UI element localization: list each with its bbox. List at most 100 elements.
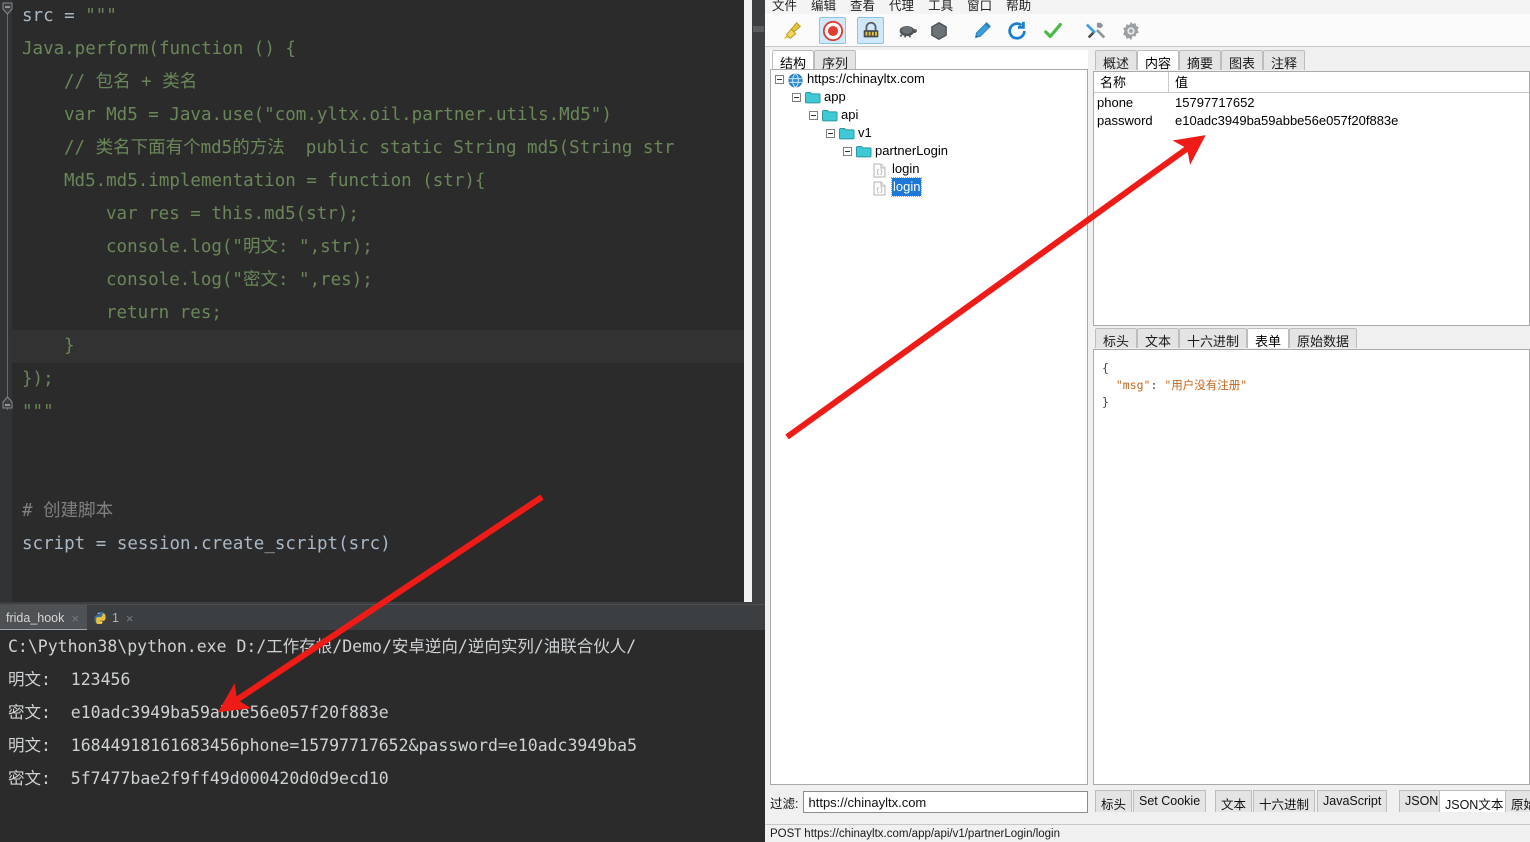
response-tab-0[interactable]: 标头 bbox=[1095, 790, 1133, 812]
compose-pen-icon[interactable] bbox=[968, 17, 995, 44]
response-tab-strip: 标头 Set Cookie 文本 十六进制 JavaScript JSON JSON文本 原始… bbox=[1093, 790, 1530, 814]
tree-tab-1[interactable]: 序列 bbox=[814, 50, 857, 71]
editor-scrollbar[interactable] bbox=[752, 0, 765, 602]
close-icon[interactable]: × bbox=[71, 611, 79, 626]
throttle-turtle-icon[interactable] bbox=[893, 17, 920, 44]
response-tab-6[interactable]: JSON文本 bbox=[1439, 790, 1510, 812]
response-tab-3[interactable]: 十六进制 bbox=[1253, 790, 1316, 812]
code-token: }); bbox=[22, 369, 54, 389]
tree-expander-icon[interactable] bbox=[826, 128, 835, 138]
params-table-header: 名称值 bbox=[1094, 72, 1529, 93]
code-line: script = session.create_script(src) bbox=[12, 528, 765, 561]
globe-icon bbox=[788, 73, 803, 88]
menu-item-2[interactable]: 查看 bbox=[843, 0, 882, 13]
editor-scrollbar-thumb[interactable] bbox=[753, 26, 764, 32]
table-row[interactable]: phone 15797717652 bbox=[1094, 93, 1529, 111]
validate-check-icon[interactable] bbox=[1039, 17, 1066, 44]
detail-tab-3[interactable]: 图表 bbox=[1221, 50, 1264, 71]
code-line: console.log("密文: ",res); bbox=[12, 264, 765, 297]
code-text[interactable]: src = """ Java.perform(function () {// 包名… bbox=[12, 0, 765, 602]
console-tab-frida_hook[interactable]: frida_hook × bbox=[0, 605, 87, 631]
folder-icon bbox=[805, 91, 821, 104]
code-token: } bbox=[64, 336, 75, 356]
tree-node-label: https://chinayltx.com bbox=[807, 71, 925, 86]
close-icon[interactable]: × bbox=[126, 611, 134, 626]
body-tab-4[interactable]: 原始数据 bbox=[1289, 328, 1358, 349]
response-tab-2[interactable]: 文本 bbox=[1215, 790, 1253, 812]
console-tab-1[interactable]: 1 × bbox=[87, 605, 142, 631]
console-line: 明文: 123456 bbox=[8, 670, 131, 689]
body-tab-0[interactable]: 标头 bbox=[1095, 328, 1138, 349]
response-tab-5[interactable]: JSON bbox=[1399, 790, 1445, 812]
body-tab-3[interactable]: 表单 bbox=[1247, 328, 1290, 349]
tree-node-login[interactable]: {} login bbox=[771, 177, 1087, 197]
code-token: // 类名下面有个md5的方法 public static String md5… bbox=[64, 138, 675, 158]
tree-tab-0[interactable]: 结构 bbox=[772, 50, 815, 71]
column-header[interactable]: 值 bbox=[1169, 72, 1529, 93]
request-tab-strip: 概述 内容 摘要 图表 注释 bbox=[1093, 50, 1530, 72]
filter-input[interactable] bbox=[803, 791, 1088, 813]
tree-expander-icon[interactable] bbox=[775, 74, 784, 84]
tree-expander-icon[interactable] bbox=[843, 146, 852, 156]
tree-node-v1[interactable]: v1 bbox=[771, 124, 1087, 142]
detail-tab-2[interactable]: 摘要 bbox=[1179, 50, 1222, 71]
code-editor[interactable]: src = """ Java.perform(function () {// 包名… bbox=[0, 0, 765, 602]
settings-gear-icon[interactable] bbox=[1117, 17, 1144, 44]
code-line: } bbox=[12, 330, 765, 363]
code-token: // 包名 + 类名 bbox=[64, 72, 198, 92]
detail-tab-4[interactable]: 注释 bbox=[1263, 50, 1306, 71]
tree-node-label: v1 bbox=[858, 125, 872, 140]
record-icon[interactable] bbox=[819, 17, 846, 44]
code-token: console.log("明文: ",str); bbox=[106, 237, 373, 257]
column-header[interactable]: 名称 bbox=[1094, 72, 1169, 93]
json-line: { bbox=[1102, 361, 1109, 375]
menu-item-1[interactable]: 编辑 bbox=[804, 0, 843, 13]
request-body-tab-strip: 标头 文本 十六进制 表单 原始数据 bbox=[1093, 328, 1530, 350]
tree-node-login[interactable]: {} login bbox=[771, 160, 1087, 178]
breakpoints-icon[interactable] bbox=[925, 17, 952, 44]
tree-node-label: api bbox=[841, 107, 859, 122]
session-tree-panel: 结构 序列 https://chinayltx.com app api v1 partne… bbox=[770, 50, 1088, 785]
code-line: var Md5 = Java.use("com.yltx.oil.partner… bbox=[12, 99, 765, 132]
param-name-cell: phone bbox=[1097, 94, 1134, 110]
tools-icon[interactable] bbox=[1082, 17, 1109, 44]
code-token: console.log("密文: ",res); bbox=[106, 270, 373, 290]
body-tab-2[interactable]: 十六进制 bbox=[1179, 328, 1248, 349]
code-token: var res = this.md5(str); bbox=[106, 204, 359, 224]
code-fold-line bbox=[7, 12, 8, 410]
menu-item-6[interactable]: 帮助 bbox=[999, 0, 1038, 13]
tree-node-partnerlogin[interactable]: partnerLogin bbox=[771, 142, 1087, 160]
tree-node-label: login bbox=[892, 161, 920, 176]
response-tab-4[interactable]: JavaScript bbox=[1317, 790, 1388, 812]
tree-expander-icon[interactable] bbox=[809, 110, 818, 120]
clear-broom-icon[interactable] bbox=[779, 17, 806, 44]
menu-item-0[interactable]: 文件 bbox=[765, 0, 804, 13]
tree-node-https---chinayltx-com[interactable]: https://chinayltx.com bbox=[771, 70, 1087, 88]
response-tab-1[interactable]: Set Cookie bbox=[1133, 790, 1207, 812]
request-params-table[interactable]: 名称值 phone 15797717652 password e10adc3949ba5… bbox=[1093, 71, 1530, 326]
code-line: src = """ bbox=[12, 0, 765, 33]
menu-item-4[interactable]: 工具 bbox=[921, 0, 960, 13]
detail-tab-1[interactable]: 内容 bbox=[1137, 50, 1180, 71]
request-body-viewer[interactable]: { "msg": "用户没有注册"} bbox=[1093, 349, 1530, 785]
response-tab-7[interactable]: 原始数据 bbox=[1505, 790, 1530, 812]
session-tree[interactable]: https://chinayltx.com app api v1 partnerLogi… bbox=[770, 69, 1088, 785]
detail-tab-0[interactable]: 概述 bbox=[1095, 50, 1138, 71]
tree-node-label: app bbox=[824, 89, 846, 104]
repeat-refresh-icon[interactable] bbox=[1003, 17, 1030, 44]
tree-node-api[interactable]: api bbox=[771, 106, 1087, 124]
ssl-proxy-icon[interactable] bbox=[857, 17, 884, 44]
param-value-cell: e10adc3949ba59abbe56e057f20f883e bbox=[1175, 112, 1399, 128]
table-row[interactable]: password e10adc3949ba59abbe56e057f20f883e bbox=[1094, 111, 1529, 129]
code-line: return res; bbox=[12, 297, 765, 330]
tree-node-app[interactable]: app bbox=[771, 88, 1087, 106]
code-line: var res = this.md5(str); bbox=[12, 198, 765, 231]
tree-expander-icon[interactable] bbox=[792, 92, 801, 102]
console-line: C:\Python38\python.exe D:/工作存根/Demo/安卓逆向… bbox=[8, 637, 637, 656]
menu-item-3[interactable]: 代理 bbox=[882, 0, 921, 13]
body-tab-1[interactable]: 文本 bbox=[1137, 328, 1180, 349]
filter-label: 过滤: bbox=[770, 796, 799, 811]
menu-item-5[interactable]: 窗口 bbox=[960, 0, 999, 13]
